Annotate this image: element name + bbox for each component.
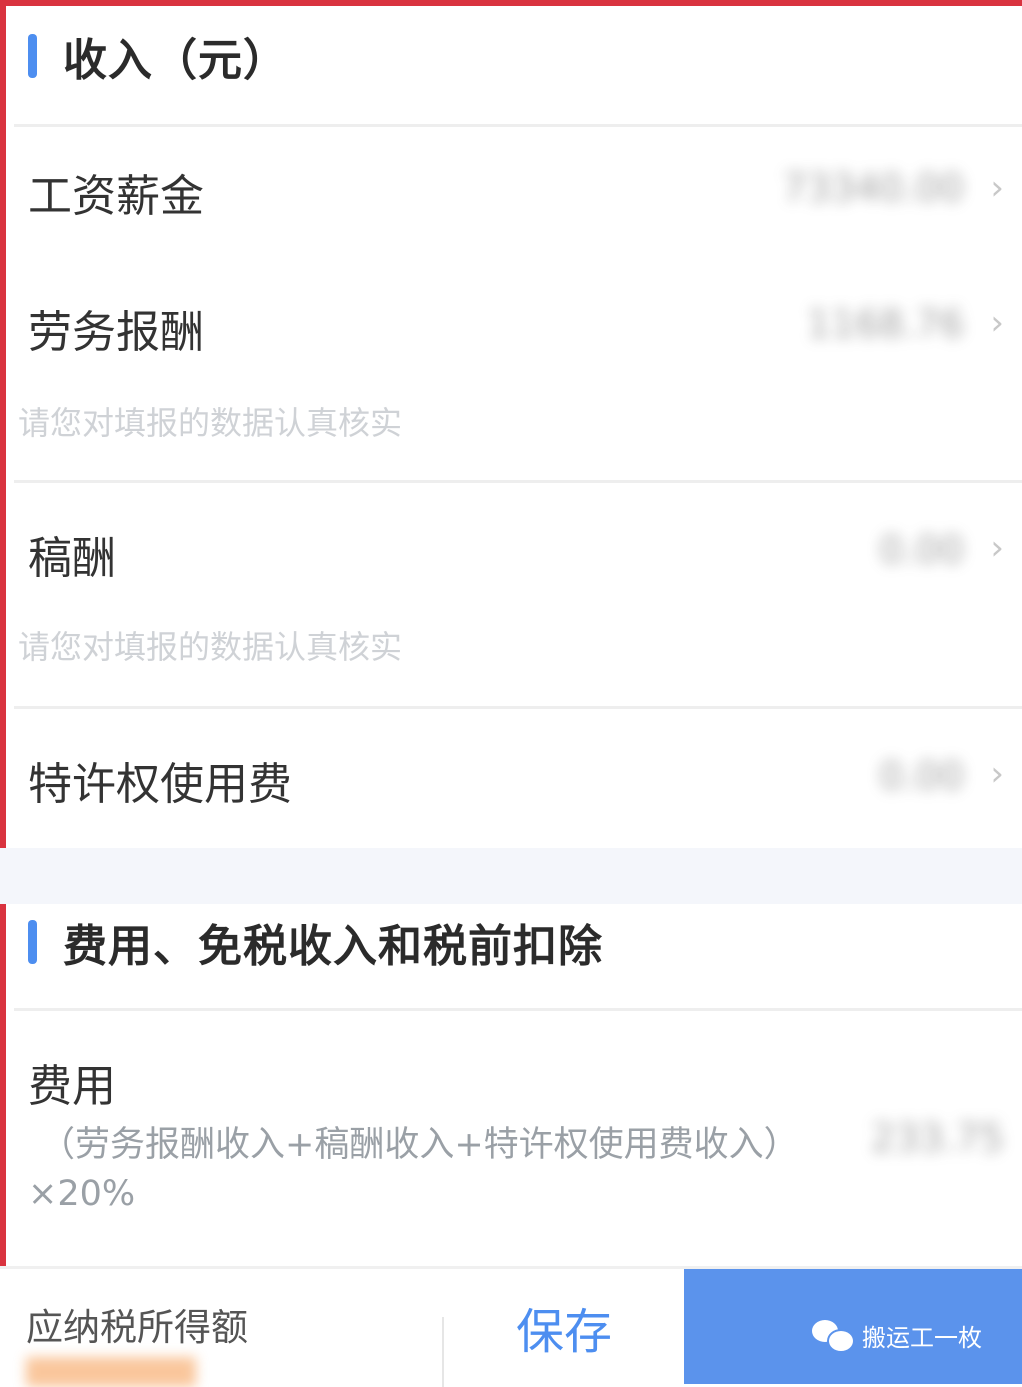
row-label: 工资薪金 [28, 171, 204, 222]
expense-formula: （劳务报酬收入+稿酬收入+特许权使用费收入） [40, 1125, 799, 1165]
row-label: 费用 [28, 1061, 116, 1112]
section-accent-bar [28, 34, 37, 78]
taxable-income-label: 应纳税所得额 [26, 1306, 248, 1349]
row-value: 0.00 [879, 754, 964, 798]
row-label: 劳务报酬 [28, 307, 204, 358]
row-value: 0.00 [879, 528, 964, 572]
row-label: 特许权使用费 [28, 759, 292, 810]
row-value: 1168.76 [806, 302, 964, 346]
chevron-right-icon: › [990, 528, 1004, 568]
divider [14, 706, 1022, 709]
watermark-text: 搬运工一枚 [862, 1323, 982, 1352]
save-button[interactable]: 保存 [444, 1269, 684, 1384]
income-section-header: 收入（元） [28, 26, 288, 86]
divider [14, 480, 1022, 483]
chevron-right-icon: › [990, 754, 1004, 794]
row-label: 稿酬 [28, 533, 116, 584]
wechat-icon [812, 1318, 855, 1353]
deductions-section-title: 费用、免税收入和税前扣除 [63, 921, 603, 972]
row-hint: 请您对填报的数据认真核实 [18, 628, 403, 666]
section-accent-bar [28, 920, 37, 964]
taxable-income-value [26, 1357, 196, 1387]
income-section-title: 收入（元） [63, 35, 288, 86]
section-gap [0, 848, 1022, 904]
divider [14, 124, 1022, 127]
chevron-right-icon: › [990, 303, 1004, 343]
row-hint: 请您对填报的数据认真核实 [18, 404, 403, 442]
divider [14, 1008, 1022, 1011]
deductions-section-header: 费用、免税收入和税前扣除 [28, 912, 603, 972]
watermark: 搬运工一枚 [812, 1312, 982, 1358]
row-value: 233.75 [871, 1116, 1004, 1160]
expense-rate: ×20% [28, 1174, 136, 1214]
chevron-right-icon: › [990, 168, 1004, 208]
row-value: 73340.00 [782, 166, 964, 210]
